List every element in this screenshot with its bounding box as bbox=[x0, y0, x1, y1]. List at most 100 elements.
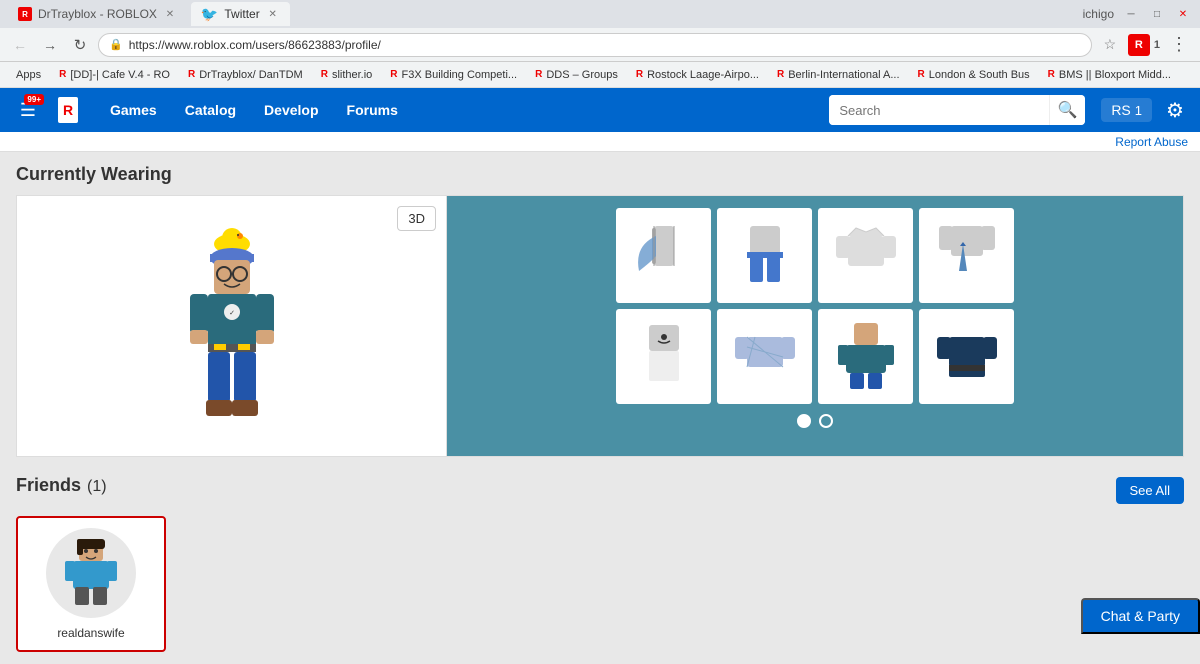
f3x-label: F3X Building Competi... bbox=[402, 69, 518, 81]
extension-badge[interactable]: 1 bbox=[1154, 39, 1160, 51]
url-bar[interactable]: 🔒 https://www.roblox.com/users/86623883/… bbox=[98, 33, 1092, 57]
nav-links: Games Catalog Develop Forums bbox=[98, 96, 410, 124]
dot-1[interactable] bbox=[797, 414, 811, 428]
bookmark-cafe[interactable]: R [DD]-| Cafe V.4 - RO bbox=[51, 67, 178, 83]
bookmark-london[interactable]: R London & South Bus bbox=[910, 67, 1038, 83]
bookmark-bms[interactable]: R BMS || Bloxport Midd... bbox=[1040, 67, 1179, 83]
currently-wearing-title: Currently Wearing bbox=[16, 164, 1184, 185]
bookmark-star[interactable]: ☆ bbox=[1098, 33, 1122, 57]
forward-button[interactable]: → bbox=[38, 33, 62, 57]
robux-icon: RS bbox=[1111, 102, 1130, 118]
see-all-button[interactable]: See All bbox=[1116, 477, 1184, 504]
extension-menu-button[interactable]: ⋮ bbox=[1166, 34, 1192, 55]
title-bar-right: ichigo ─ □ ✕ bbox=[1083, 7, 1192, 21]
dds-icon: R bbox=[535, 69, 542, 80]
item-6-image bbox=[725, 317, 805, 397]
lock-icon: 🔒 bbox=[109, 38, 123, 51]
dds-label: DDS – Groups bbox=[546, 69, 618, 81]
tab-twitter-label: Twitter bbox=[224, 7, 259, 21]
back-button[interactable]: ← bbox=[8, 33, 32, 57]
3d-button[interactable]: 3D bbox=[397, 206, 436, 231]
item-cell-8[interactable] bbox=[919, 309, 1014, 404]
rostock-icon: R bbox=[636, 69, 643, 80]
settings-button[interactable]: ⚙ bbox=[1160, 95, 1190, 125]
grid-dots bbox=[797, 414, 833, 428]
item-7-image bbox=[826, 317, 906, 397]
item-cell-1[interactable] bbox=[616, 208, 711, 303]
item-1-image bbox=[624, 216, 704, 296]
friend-avatar-svg bbox=[51, 533, 131, 613]
wearing-container: 3D bbox=[16, 195, 1184, 457]
friend-name-realdanswife: realdanswife bbox=[57, 626, 124, 640]
minimize-button[interactable]: ─ bbox=[1122, 7, 1140, 21]
drtrayblox-label: DrTrayblox/ DanTDM bbox=[199, 69, 303, 81]
tab-roblox-label: DrTrayblox - ROBLOX bbox=[38, 7, 157, 21]
nav-forums[interactable]: Forums bbox=[335, 96, 410, 124]
nav-games[interactable]: Games bbox=[98, 96, 169, 124]
tab-twitter-close[interactable]: ✕ bbox=[266, 7, 280, 21]
london-label: London & South Bus bbox=[929, 69, 1030, 81]
white-strip: Report Abuse bbox=[0, 132, 1200, 152]
maximize-button[interactable]: □ bbox=[1148, 7, 1166, 21]
roblox-favicon: R bbox=[18, 7, 32, 21]
bookmark-rostock[interactable]: R Rostock Laage-Airpo... bbox=[628, 67, 767, 83]
chat-party-button[interactable]: Chat & Party bbox=[1081, 598, 1200, 634]
search-input[interactable] bbox=[829, 95, 1049, 125]
bookmarks-bar: Apps R [DD]-| Cafe V.4 - RO R DrTrayblox… bbox=[0, 62, 1200, 88]
roblox-extension[interactable]: R bbox=[1128, 34, 1150, 56]
tab-twitter[interactable]: 🐦 Twitter ✕ bbox=[191, 2, 290, 26]
robux-button[interactable]: RS 1 bbox=[1101, 98, 1152, 122]
friends-title-group: Friends (1) bbox=[16, 475, 107, 506]
friends-section: Friends (1) See All bbox=[0, 469, 1200, 664]
item-cell-7[interactable] bbox=[818, 309, 913, 404]
notification-badge: 99+ bbox=[24, 94, 44, 105]
bookmark-dds[interactable]: R DDS – Groups bbox=[527, 67, 626, 83]
avatar-figure: ✓ bbox=[152, 216, 312, 436]
tab-roblox[interactable]: R DrTrayblox - ROBLOX ✕ bbox=[8, 2, 187, 26]
items-grid bbox=[616, 208, 1014, 404]
dot-2[interactable] bbox=[819, 414, 833, 428]
friends-header: Friends (1) See All bbox=[16, 475, 1184, 506]
rostock-label: Rostock Laage-Airpo... bbox=[647, 69, 759, 81]
london-icon: R bbox=[918, 69, 925, 80]
svg-text:R: R bbox=[63, 102, 73, 118]
cafe-icon: R bbox=[59, 69, 66, 80]
bookmark-drtrayblox[interactable]: R DrTrayblox/ DanTDM bbox=[180, 67, 311, 83]
item-8-image bbox=[927, 317, 1007, 397]
nav-catalog[interactable]: Catalog bbox=[173, 96, 248, 124]
bms-label: BMS || Bloxport Midd... bbox=[1059, 69, 1171, 81]
twitter-favicon: 🐦 bbox=[201, 6, 218, 23]
friend-card-realdanswife[interactable]: realdanswife bbox=[16, 516, 166, 652]
refresh-button[interactable]: ↻ bbox=[68, 33, 92, 57]
svg-text:✓: ✓ bbox=[229, 310, 235, 317]
item-2-image bbox=[725, 216, 805, 296]
item-cell-4[interactable] bbox=[919, 208, 1014, 303]
report-abuse-link[interactable]: Report Abuse bbox=[1115, 135, 1188, 149]
gear-icon: ⚙ bbox=[1166, 98, 1184, 123]
item-cell-2[interactable] bbox=[717, 208, 812, 303]
hamburger-menu[interactable]: ☰ 99+ bbox=[10, 92, 46, 128]
bookmark-apps[interactable]: Apps bbox=[8, 67, 49, 83]
close-button[interactable]: ✕ bbox=[1174, 7, 1192, 21]
friends-list: realdanswife bbox=[16, 516, 1184, 652]
bookmark-f3x[interactable]: R F3X Building Competi... bbox=[382, 67, 525, 83]
apps-label: Apps bbox=[16, 69, 41, 81]
tab-roblox-close[interactable]: ✕ bbox=[163, 7, 177, 21]
address-bar: ← → ↻ 🔒 https://www.roblox.com/users/866… bbox=[0, 28, 1200, 62]
item-cell-5[interactable] bbox=[616, 309, 711, 404]
url-text: https://www.roblox.com/users/86623883/pr… bbox=[129, 38, 381, 52]
item-cell-6[interactable] bbox=[717, 309, 812, 404]
robux-count: 1 bbox=[1135, 103, 1142, 118]
item-cell-3[interactable] bbox=[818, 208, 913, 303]
search-button[interactable]: 🔍 bbox=[1049, 95, 1085, 125]
bookmark-berlin[interactable]: R Berlin-International A... bbox=[769, 67, 908, 83]
bookmark-slither[interactable]: R slither.io bbox=[313, 67, 381, 83]
item-4-image bbox=[927, 216, 1007, 296]
friend-avatar-realdanswife bbox=[46, 528, 136, 618]
nav-develop[interactable]: Develop bbox=[252, 96, 330, 124]
roblox-navbar: ☰ 99+ R Games Catalog Develop Forums 🔍 R… bbox=[0, 88, 1200, 132]
slither-icon: R bbox=[321, 69, 328, 80]
browser-user: ichigo bbox=[1083, 7, 1114, 21]
friends-count: (1) bbox=[87, 478, 107, 496]
roblox-logo[interactable]: R bbox=[50, 92, 86, 128]
